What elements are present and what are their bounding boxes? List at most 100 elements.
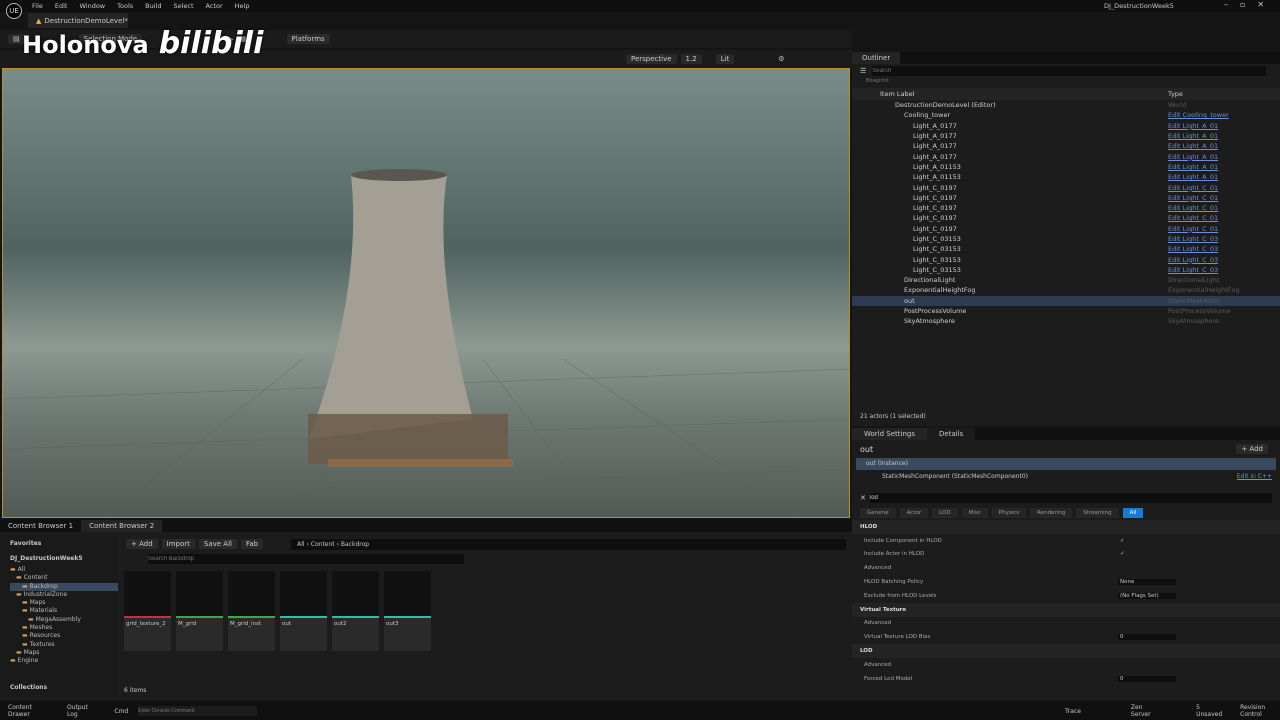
outliner-row[interactable]: Light_C_0197 Edit Light_C_01 [852, 203, 1280, 213]
asset-tile[interactable]: M_grid [176, 571, 223, 651]
property-value[interactable]: ✓ [1118, 538, 1126, 544]
clear-search-icon[interactable]: ✕ [860, 494, 866, 502]
outliner-row[interactable]: Light_C_0197 Edit Light_C_01 [852, 224, 1280, 234]
cmd-dropdown[interactable]: Cmd [114, 708, 128, 715]
content-drawer-button[interactable]: Content Drawer [8, 704, 47, 718]
edit-cpp-link[interactable]: Edit in C++ [1237, 473, 1272, 480]
crumb-backdrop[interactable]: Backdrop [341, 541, 369, 548]
outliner-row[interactable]: PostProcessVolume PostProcessVolume [852, 306, 1280, 316]
revision-control-button[interactable]: Revision Control [1240, 704, 1280, 718]
outliner-row-type[interactable]: Edit Cooling_tower [1168, 111, 1229, 119]
folder-item[interactable]: ▬ Meshes [10, 624, 118, 632]
property-section[interactable]: LOD [852, 644, 1280, 658]
menu-actor[interactable]: Actor [206, 2, 223, 10]
camera-speed-button[interactable]: 1.2 [680, 54, 702, 64]
asset-tile[interactable]: M_grid_inst [228, 571, 275, 651]
folder-item[interactable]: ▬ Engine [10, 657, 118, 665]
tab-content-browser-1[interactable]: Content Browser 1 [0, 520, 82, 532]
platforms-dropdown[interactable]: Platforms [286, 34, 330, 44]
outliner-row[interactable]: Light_C_03153 Edit Light_C_03 [852, 265, 1280, 275]
menu-tools[interactable]: Tools [117, 2, 133, 10]
settings-icon[interactable]: ⚙ [778, 55, 784, 63]
outliner-row[interactable]: Light_A_0177 Edit Light_A_01 [852, 121, 1280, 131]
fab-button[interactable]: Fab [240, 539, 264, 549]
outliner-row[interactable]: DirectionalLight DirectionalLight [852, 275, 1280, 285]
outliner-row[interactable]: Cooling_tower Edit Cooling_tower [852, 110, 1280, 120]
property-select[interactable]: Exclude from HLOD Levels (No Flags Set) [852, 589, 1280, 603]
outliner-row[interactable]: Light_A_0177 Edit Light_A_01 [852, 131, 1280, 141]
outliner-row[interactable]: Light_A_01153 Edit Light_A_01 [852, 162, 1280, 172]
outliner-row-type[interactable]: Edit Light_C_01 [1168, 184, 1218, 192]
property-sub[interactable]: Advanced [852, 561, 1280, 575]
outliner-row[interactable]: SkyAtmosphere SkyAtmosphere [852, 316, 1280, 326]
outliner-row[interactable]: Light_C_0197 Edit Light_C_01 [852, 182, 1280, 192]
outliner-row-type[interactable]: Edit Light_C_03 [1168, 256, 1218, 264]
property-num[interactable]: Virtual Texture LOD Bias 0 [852, 630, 1280, 644]
outliner-row-type[interactable]: Edit Light_C_01 [1168, 214, 1218, 222]
outliner-row[interactable]: Light_A_0177 Edit Light_A_01 [852, 141, 1280, 151]
property-value[interactable]: ✓ [1118, 551, 1126, 557]
outliner-row[interactable]: ExponentialHeightFog ExponentialHeightFog [852, 285, 1280, 295]
component-row[interactable]: StaticMeshComponent (StaticMeshComponent… [882, 473, 1028, 480]
tab-world-settings[interactable]: World Settings [852, 428, 927, 440]
outliner-row-type[interactable]: Edit Light_A_01 [1168, 122, 1218, 130]
folder-item[interactable]: ▬ Materials [10, 607, 118, 615]
asset-tile[interactable]: grid_texture_2 [124, 571, 171, 651]
property-sub[interactable]: Advanced [852, 617, 1280, 631]
asset-tile[interactable]: out3 [384, 571, 431, 651]
outliner-row[interactable]: DestructionDemoLevel (Editor) World [852, 100, 1280, 110]
property-section[interactable]: Virtual Texture [852, 602, 1280, 617]
add-button[interactable]: + Add [126, 539, 158, 549]
asset-tile[interactable]: out [280, 571, 327, 651]
project-header[interactable]: DJ_DestructionWeek5 [0, 551, 118, 566]
crumb-content[interactable]: Content [311, 541, 335, 548]
folder-item[interactable]: ▬ All [10, 566, 118, 574]
outliner-row-type[interactable]: Edit Light_C_03 [1168, 245, 1218, 253]
view-mode-button[interactable]: Lit [715, 54, 735, 64]
filter-tab-rendering[interactable]: Rendering [1030, 508, 1073, 518]
property-check[interactable]: Include Actor in HLOD ✓ [852, 548, 1280, 562]
outliner-row[interactable]: Light_C_03153 Edit Light_C_03 [852, 254, 1280, 264]
outliner-row-type[interactable]: Edit Light_A_01 [1168, 132, 1218, 140]
outliner-search[interactable] [872, 66, 1266, 76]
details-search[interactable] [869, 493, 1272, 503]
property-check[interactable]: Include Component in HLOD ✓ [852, 534, 1280, 548]
outliner-row-type[interactable]: Edit Light_C_03 [1168, 266, 1218, 274]
property-num[interactable]: Forced Lod Model 0 [852, 672, 1280, 686]
property-section[interactable]: HLOD [852, 520, 1280, 534]
outliner-row[interactable]: Light_C_03153 Edit Light_C_03 [852, 234, 1280, 244]
outliner-row-type[interactable]: Edit Light_A_01 [1168, 153, 1218, 161]
outliner-row[interactable]: Light_C_0197 Edit Light_C_01 [852, 213, 1280, 223]
collections-header[interactable]: Collections [10, 684, 47, 691]
filter-tab-physics[interactable]: Physics [991, 508, 1027, 518]
filter-tab-misc[interactable]: Misc [961, 508, 988, 518]
save-all-button[interactable]: Save All [198, 539, 237, 549]
outliner-row-type[interactable]: Edit Light_A_01 [1168, 173, 1218, 181]
property-value[interactable]: None [1118, 579, 1176, 586]
outliner-row-type[interactable]: Edit Light_C_03 [1168, 235, 1218, 243]
outliner-row-type[interactable]: Edit Light_A_01 [1168, 163, 1218, 171]
crumb-all[interactable]: All [297, 541, 304, 548]
outliner-row[interactable]: Light_C_0197 Edit Light_C_01 [852, 193, 1280, 203]
unsaved-button[interactable]: 5 Unsaved [1196, 704, 1222, 718]
outliner-row[interactable]: Light_A_01153 Edit Light_A_01 [852, 172, 1280, 182]
favorites-header[interactable]: Favorites [0, 536, 118, 551]
add-component-button[interactable]: + Add [1236, 444, 1268, 454]
instance-row[interactable]: out (Instance) [856, 458, 1276, 470]
menu-window[interactable]: Window [79, 2, 105, 10]
outliner-row-type[interactable]: Edit Light_C_01 [1168, 204, 1218, 212]
outliner-row[interactable]: Light_C_03153 Edit Light_C_03 [852, 244, 1280, 254]
property-value[interactable]: 0 [1118, 675, 1176, 682]
folder-item[interactable]: ▬ Content [10, 574, 118, 582]
col-item-label[interactable]: Item Label [880, 90, 914, 98]
folder-item[interactable]: ▬ Maps [10, 649, 118, 657]
asset-search[interactable] [148, 554, 464, 564]
folder-item[interactable]: ▬ Resources [10, 632, 118, 640]
col-type[interactable]: Type [1168, 90, 1183, 98]
outliner-row[interactable]: out StaticMeshActor [852, 295, 1280, 306]
filter-tab-lod[interactable]: LOD [932, 508, 958, 518]
menu-build[interactable]: Build [145, 2, 161, 10]
filter-icon[interactable]: ☰ [860, 67, 866, 75]
blueprint-chip[interactable]: Blueprint [852, 78, 1280, 88]
menu-help[interactable]: Help [235, 2, 250, 10]
